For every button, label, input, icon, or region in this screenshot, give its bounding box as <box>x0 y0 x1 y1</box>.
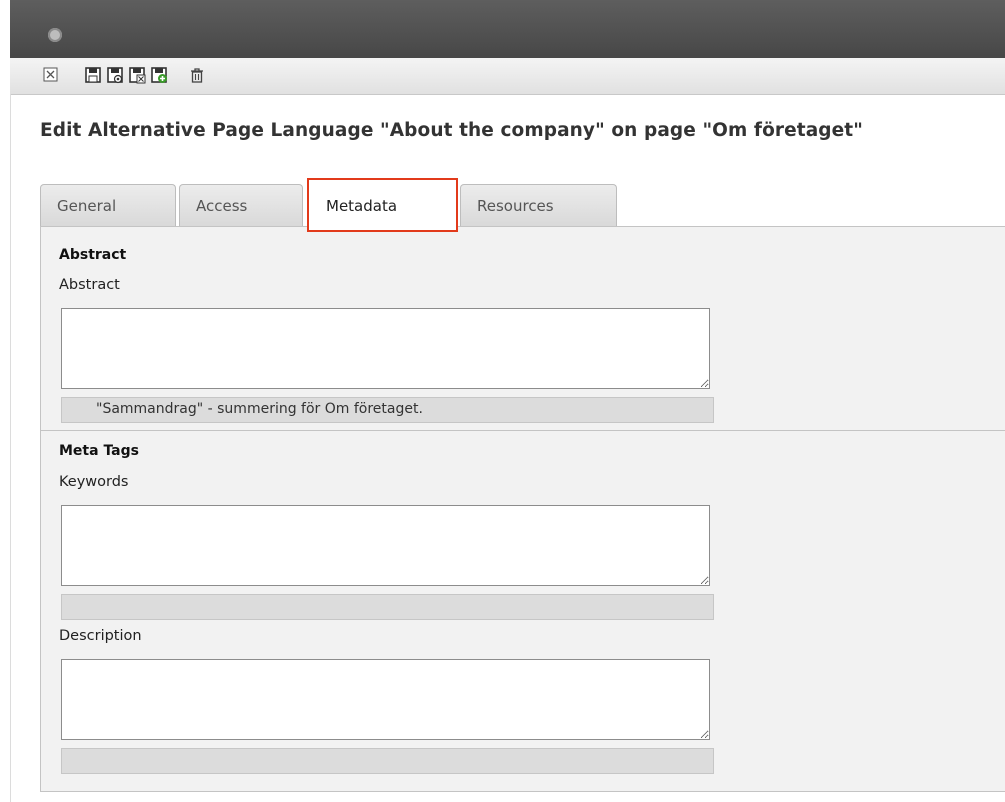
save-new-icon[interactable] <box>150 66 168 84</box>
keywords-default-hint <box>61 594 714 620</box>
description-label: Description <box>59 628 142 644</box>
keywords-label: Keywords <box>59 474 129 490</box>
tab-access[interactable]: Access <box>179 184 303 226</box>
tab-label: General <box>57 197 117 215</box>
tab-resources[interactable]: Resources <box>460 184 617 226</box>
close-icon[interactable] <box>42 66 60 84</box>
help-icon[interactable] <box>48 28 62 42</box>
tab-label: Resources <box>477 197 554 215</box>
tab-general[interactable]: General <box>40 184 176 226</box>
toolbar <box>10 58 1005 95</box>
abstract-default-hint: "Sammandrag" - summering för Om företage… <box>61 397 714 423</box>
abstract-label: Abstract <box>59 277 120 293</box>
section-divider <box>41 430 1005 431</box>
tab-label: Access <box>196 197 248 215</box>
section-heading-meta-tags: Meta Tags <box>59 443 139 459</box>
page-title: Edit Alternative Page Language "About th… <box>40 120 863 141</box>
save-icon[interactable] <box>84 66 102 84</box>
tab-metadata[interactable]: Metadata <box>307 178 458 232</box>
abstract-textarea[interactable] <box>61 308 710 389</box>
description-textarea[interactable] <box>61 659 710 740</box>
save-view-icon[interactable] <box>106 66 124 84</box>
description-default-hint <box>61 748 714 774</box>
left-frame-edge <box>10 94 11 802</box>
tab-label: Metadata <box>326 197 398 215</box>
top-bar <box>10 0 1005 58</box>
keywords-textarea[interactable] <box>61 505 710 586</box>
save-close-icon[interactable] <box>128 66 146 84</box>
section-heading-abstract: Abstract <box>59 247 127 263</box>
delete-icon[interactable] <box>188 66 206 84</box>
metadata-panel: Abstract Abstract "Sammandrag" - summeri… <box>40 226 1005 792</box>
